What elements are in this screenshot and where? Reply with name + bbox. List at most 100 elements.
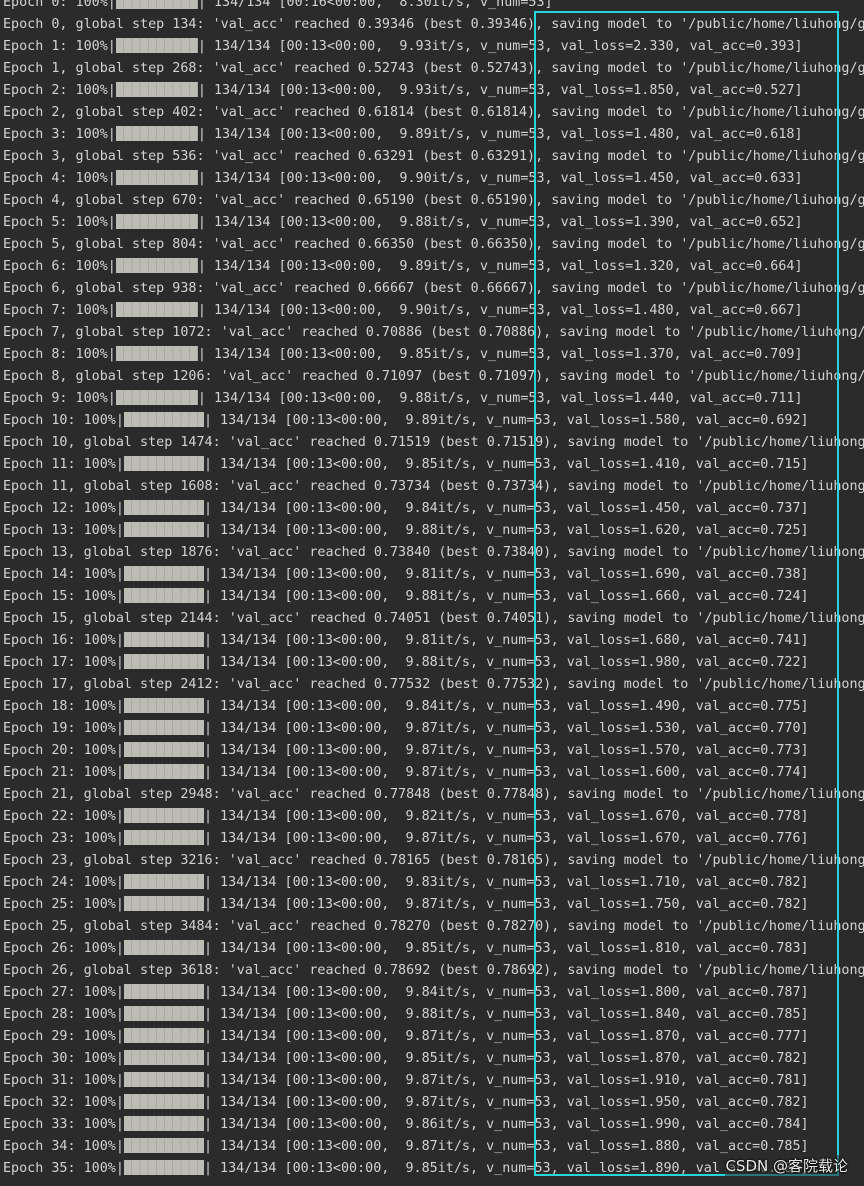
epoch-stats: | 134/134 [00:13<00:00, 9.87it/s, v_num=…	[203, 831, 809, 846]
progress-bar	[123, 522, 204, 537]
epoch-label: Epoch 30: 100%|	[3, 1051, 124, 1066]
epoch-progress-line: Epoch 30: 100%| | 134/134 [00:13<00:00, 9…	[0, 1048, 864, 1070]
progress-bar	[123, 1160, 204, 1175]
checkpoint-save-line: Epoch 8, global step 1206: 'val_acc' rea…	[3, 369, 864, 384]
epoch-progress-line: Epoch 15: 100%| | 134/134 [00:13<00:00, 9…	[0, 586, 864, 608]
epoch-progress-line: Epoch 26: 100%| | 134/134 [00:13<00:00, 9…	[0, 938, 864, 960]
epoch-label: Epoch 13: 100%|	[3, 523, 124, 538]
progress-bar	[123, 830, 204, 845]
epoch-progress-line: Epoch 24: 100%| | 134/134 [00:13<00:00, 9…	[0, 872, 864, 894]
epoch-stats: | 134/134 [00:13<00:00, 9.87it/s, v_num=…	[203, 765, 809, 780]
checkpoint-save-line: Epoch 6, global step 938: 'val_acc' reac…	[3, 281, 864, 296]
epoch-progress-line: Epoch 0: 100%| | 134/134 [00:16<00:00, 8.…	[0, 0, 864, 14]
progress-bar	[123, 654, 204, 669]
epoch-label: Epoch 10: 100%|	[3, 413, 124, 428]
progress-bar	[115, 214, 198, 229]
epoch-progress-line: Epoch 14: 100%| | 134/134 [00:13<00:00, 9…	[0, 564, 864, 586]
epoch-label: Epoch 0: 100%|	[3, 0, 116, 10]
epoch-label: Epoch 2: 100%|	[3, 83, 116, 98]
checkpoint-save-line: Epoch 0, global step 134: 'val_acc' reac…	[3, 17, 864, 32]
epoch-label: Epoch 16: 100%|	[3, 633, 124, 648]
checkpoint-save-line: Epoch 21, global step 2948: 'val_acc' re…	[3, 787, 864, 802]
epoch-stats: | 134/134 [00:16<00:00, 8.30it/s, v_num=…	[197, 0, 553, 10]
epoch-stats: | 134/134 [00:13<00:00, 9.87it/s, v_num=…	[203, 1073, 809, 1088]
epoch-stats: | 134/134 [00:13<00:00, 9.85it/s, v_num=…	[203, 1161, 809, 1176]
progress-bar	[123, 1094, 204, 1109]
progress-bar	[123, 500, 204, 515]
epoch-progress-line: Epoch 16: 100%| | 134/134 [00:13<00:00, 9…	[0, 630, 864, 652]
epoch-label: Epoch 29: 100%|	[3, 1029, 124, 1044]
epoch-stats: | 134/134 [00:13<00:00, 9.84it/s, v_num=…	[203, 985, 809, 1000]
epoch-label: Epoch 34: 100%|	[3, 1139, 124, 1154]
epoch-stats: | 134/134 [00:13<00:00, 9.88it/s, v_num=…	[203, 1007, 809, 1022]
epoch-progress-line: Epoch 20: 100%| | 134/134 [00:13<00:00, 9…	[0, 740, 864, 762]
progress-bar	[123, 720, 204, 735]
epoch-label: Epoch 22: 100%|	[3, 809, 124, 824]
checkpoint-save-line: Epoch 23, global step 3216: 'val_acc' re…	[3, 853, 864, 868]
progress-bar	[123, 1138, 204, 1153]
progress-bar	[123, 984, 204, 999]
epoch-label: Epoch 33: 100%|	[3, 1117, 124, 1132]
epoch-label: Epoch 26: 100%|	[3, 941, 124, 956]
progress-bar	[123, 1050, 204, 1065]
epoch-stats: | 134/134 [00:13<00:00, 9.88it/s, v_num=…	[203, 655, 809, 670]
epoch-label: Epoch 17: 100%|	[3, 655, 124, 670]
epoch-label: Epoch 28: 100%|	[3, 1007, 124, 1022]
checkpoint-save-line: Epoch 2, global step 402: 'val_acc' reac…	[3, 105, 864, 120]
epoch-progress-line: Epoch 31: 100%| | 134/134 [00:13<00:00, 9…	[0, 1070, 864, 1092]
epoch-stats: | 134/134 [00:13<00:00, 9.83it/s, v_num=…	[203, 875, 809, 890]
epoch-label: Epoch 3: 100%|	[3, 127, 116, 142]
epoch-progress-line: Epoch 33: 100%| | 134/134 [00:13<00:00, 9…	[0, 1114, 864, 1136]
epoch-stats: | 134/134 [00:13<00:00, 9.88it/s, v_num=…	[203, 589, 809, 604]
progress-bar	[123, 764, 204, 779]
progress-bar	[123, 698, 204, 713]
checkpoint-save-line: Epoch 26, global step 3618: 'val_acc' re…	[3, 963, 864, 978]
console-output[interactable]: Epoch 0: 100%| | 134/134 [00:16<00:00, 8.…	[0, 0, 864, 1186]
epoch-label: Epoch 24: 100%|	[3, 875, 124, 890]
epoch-stats: | 134/134 [00:13<00:00, 9.85it/s, v_num=…	[203, 1051, 809, 1066]
epoch-progress-line: Epoch 5: 100%| | 134/134 [00:13<00:00, 9.…	[0, 212, 864, 234]
epoch-stats: | 134/134 [00:13<00:00, 9.85it/s, v_num=…	[203, 941, 809, 956]
epoch-progress-line: Epoch 23: 100%| | 134/134 [00:13<00:00, 9…	[0, 828, 864, 850]
epoch-stats: | 134/134 [00:13<00:00, 9.89it/s, v_num=…	[197, 259, 803, 274]
epoch-stats: | 134/134 [00:13<00:00, 9.93it/s, v_num=…	[197, 83, 803, 98]
progress-bar	[115, 390, 198, 405]
epoch-stats: | 134/134 [00:13<00:00, 9.87it/s, v_num=…	[203, 1095, 809, 1110]
epoch-progress-line: Epoch 2: 100%| | 134/134 [00:13<00:00, 9.…	[0, 80, 864, 102]
epoch-label: Epoch 9: 100%|	[3, 391, 116, 406]
epoch-progress-line: Epoch 11: 100%| | 134/134 [00:13<00:00, 9…	[0, 454, 864, 476]
checkpoint-save-line: Epoch 25, global step 3484: 'val_acc' re…	[3, 919, 864, 934]
epoch-progress-line: Epoch 4: 100%| | 134/134 [00:13<00:00, 9.…	[0, 168, 864, 190]
checkpoint-save-line: Epoch 1, global step 268: 'val_acc' reac…	[3, 61, 864, 76]
checkpoint-save-line: Epoch 10, global step 1474: 'val_acc' re…	[3, 435, 864, 450]
epoch-stats: | 134/134 [00:13<00:00, 9.87it/s, v_num=…	[203, 897, 809, 912]
epoch-label: Epoch 14: 100%|	[3, 567, 124, 582]
epoch-stats: | 134/134 [00:13<00:00, 9.86it/s, v_num=…	[203, 1117, 809, 1132]
epoch-stats: | 134/134 [00:13<00:00, 9.87it/s, v_num=…	[203, 1029, 809, 1044]
epoch-progress-line: Epoch 29: 100%| | 134/134 [00:13<00:00, 9…	[0, 1026, 864, 1048]
progress-bar	[115, 346, 198, 361]
progress-bar	[115, 258, 198, 273]
progress-bar	[115, 0, 198, 9]
progress-bar	[123, 1072, 204, 1087]
epoch-stats: | 134/134 [00:13<00:00, 9.90it/s, v_num=…	[197, 303, 803, 318]
progress-bar	[123, 874, 204, 889]
checkpoint-save-line: Epoch 4, global step 670: 'val_acc' reac…	[3, 193, 864, 208]
progress-bar	[123, 808, 204, 823]
epoch-stats: | 134/134 [00:13<00:00, 9.85it/s, v_num=…	[197, 347, 803, 362]
epoch-progress-line: Epoch 19: 100%| | 134/134 [00:13<00:00, 9…	[0, 718, 864, 740]
epoch-progress-line: Epoch 7: 100%| | 134/134 [00:13<00:00, 9.…	[0, 300, 864, 322]
progress-bar	[115, 126, 198, 141]
epoch-progress-line: Epoch 27: 100%| | 134/134 [00:13<00:00, 9…	[0, 982, 864, 1004]
epoch-stats: | 134/134 [00:13<00:00, 9.88it/s, v_num=…	[203, 523, 809, 538]
progress-bar	[123, 1006, 204, 1021]
epoch-label: Epoch 19: 100%|	[3, 721, 124, 736]
epoch-progress-line: Epoch 3: 100%| | 134/134 [00:13<00:00, 9.…	[0, 124, 864, 146]
epoch-stats: | 134/134 [00:13<00:00, 9.88it/s, v_num=…	[197, 391, 803, 406]
checkpoint-save-line: Epoch 11, global step 1608: 'val_acc' re…	[3, 479, 864, 494]
epoch-progress-line: Epoch 28: 100%| | 134/134 [00:13<00:00, 9…	[0, 1004, 864, 1026]
epoch-stats: | 134/134 [00:13<00:00, 9.81it/s, v_num=…	[203, 633, 809, 648]
epoch-progress-line: Epoch 8: 100%| | 134/134 [00:13<00:00, 9.…	[0, 344, 864, 366]
epoch-label: Epoch 18: 100%|	[3, 699, 124, 714]
epoch-stats: | 134/134 [00:13<00:00, 9.81it/s, v_num=…	[203, 567, 809, 582]
